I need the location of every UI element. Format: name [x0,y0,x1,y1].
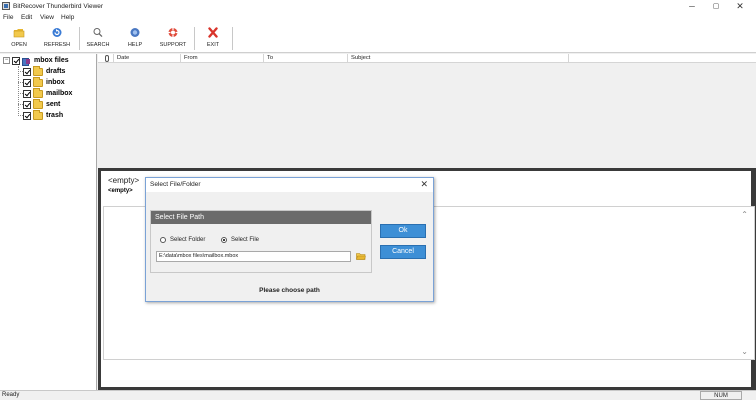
support-button[interactable]: SUPPORT [157,26,189,51]
column-to[interactable]: To [264,54,348,63]
help-icon [130,28,140,37]
app-icon [2,2,10,10]
column-subject[interactable]: Subject [348,54,569,63]
folder-icon [33,65,43,76]
radio-select-file[interactable]: Select File [221,237,259,243]
exit-button[interactable]: EXIT [200,26,226,51]
refresh-button[interactable]: REFRESH [40,26,74,51]
dialog-message: Please choose path [259,287,320,294]
scroll-up-icon[interactable]: ⌃ [741,210,748,219]
toolbar-separator [79,27,80,50]
menu-view[interactable]: View [40,14,54,21]
status-bar: Ready NUM [0,390,756,400]
tree-connector [18,66,19,116]
menu-bar: File Edit View Help [0,13,756,24]
search-button[interactable]: SEARCH [84,26,112,51]
tree-item-sent[interactable]: sent [23,98,60,110]
tree-root[interactable]: − mbox files [3,55,69,66]
dialog-title: Select File/Folder [150,181,201,188]
select-file-path-group: Select File Path Select Folder Select Fi… [150,210,372,273]
radio-selected-icon[interactable] [221,237,227,243]
radio-select-folder[interactable]: Select Folder [160,237,205,243]
email-list-header: Date From To Subject [98,54,756,63]
close-window-button[interactable]: ✕ [728,0,752,13]
preview-sender: <empty> [108,188,133,194]
checkbox-checked-icon[interactable] [23,67,31,76]
tree-item-drafts[interactable]: drafts [23,65,65,77]
menu-file[interactable]: File [3,14,13,21]
ok-button[interactable]: Ok [380,224,426,238]
cancel-button[interactable]: Cancel [380,245,426,259]
folder-tree-pane: − mbox files drafts inbox mailbox sent t… [0,54,97,390]
maximize-button[interactable]: ▢ [704,0,728,13]
toolbar-separator [194,27,195,50]
browse-folder-icon[interactable] [356,252,366,260]
file-path-input[interactable]: E:\data\mbox files\mailbox.mbox [156,251,351,262]
menu-help[interactable]: Help [61,14,74,21]
radio-unselected-icon[interactable] [160,237,166,243]
scroll-down-icon[interactable]: ⌄ [741,347,748,356]
attachment-icon [105,55,109,62]
menu-edit[interactable]: Edit [21,14,32,21]
collapse-icon[interactable]: − [3,57,10,64]
select-file-folder-dialog: Select File/Folder ✕ Select File Path Se… [145,177,434,302]
minimize-button[interactable]: ─ [680,0,704,13]
num-lock-indicator: NUM [700,391,742,400]
refresh-icon [52,28,62,37]
column-from[interactable]: From [181,54,264,63]
group-header: Select File Path [151,211,371,224]
checkbox-checked-icon[interactable] [23,100,31,109]
open-folder-icon [13,29,25,38]
tree-item-mailbox[interactable]: mailbox [23,87,72,99]
group-title: Select File Path [155,214,205,221]
exit-x-icon [208,27,218,38]
help-button[interactable]: HELP [122,26,148,51]
folder-icon [33,98,43,109]
support-lifebuoy-icon [168,28,178,37]
checkbox-checked-icon[interactable] [23,89,31,98]
tree-item-inbox[interactable]: inbox [23,76,65,88]
checkbox-checked-icon[interactable] [23,111,31,120]
dialog-close-button[interactable]: ✕ [420,179,428,190]
column-attachment[interactable] [98,54,114,63]
preview-subject: <empty> [108,176,140,185]
mbox-root-icon [22,57,31,66]
column-date[interactable]: Date [114,54,181,63]
tree-item-trash[interactable]: trash [23,109,63,121]
dialog-title-bar: Select File/Folder ✕ [146,178,433,192]
checkbox-checked-icon[interactable] [12,56,20,65]
search-icon [93,28,103,38]
title-bar: BitRecover Thunderbird Viewer ─ ▢ ✕ [0,0,756,13]
status-text: Ready [2,392,20,398]
open-button[interactable]: OPEN [4,26,34,51]
checkbox-checked-icon[interactable] [23,78,31,87]
folder-icon [33,109,43,120]
window-title: BitRecover Thunderbird Viewer [13,3,104,10]
folder-icon [33,76,43,87]
toolbar-separator [232,27,233,50]
toolbar: OPEN REFRESH SEARCH HELP SUPPORT EXIT [0,24,756,53]
email-list-pane[interactable]: Date From To Subject [98,54,756,167]
folder-icon [33,87,43,98]
